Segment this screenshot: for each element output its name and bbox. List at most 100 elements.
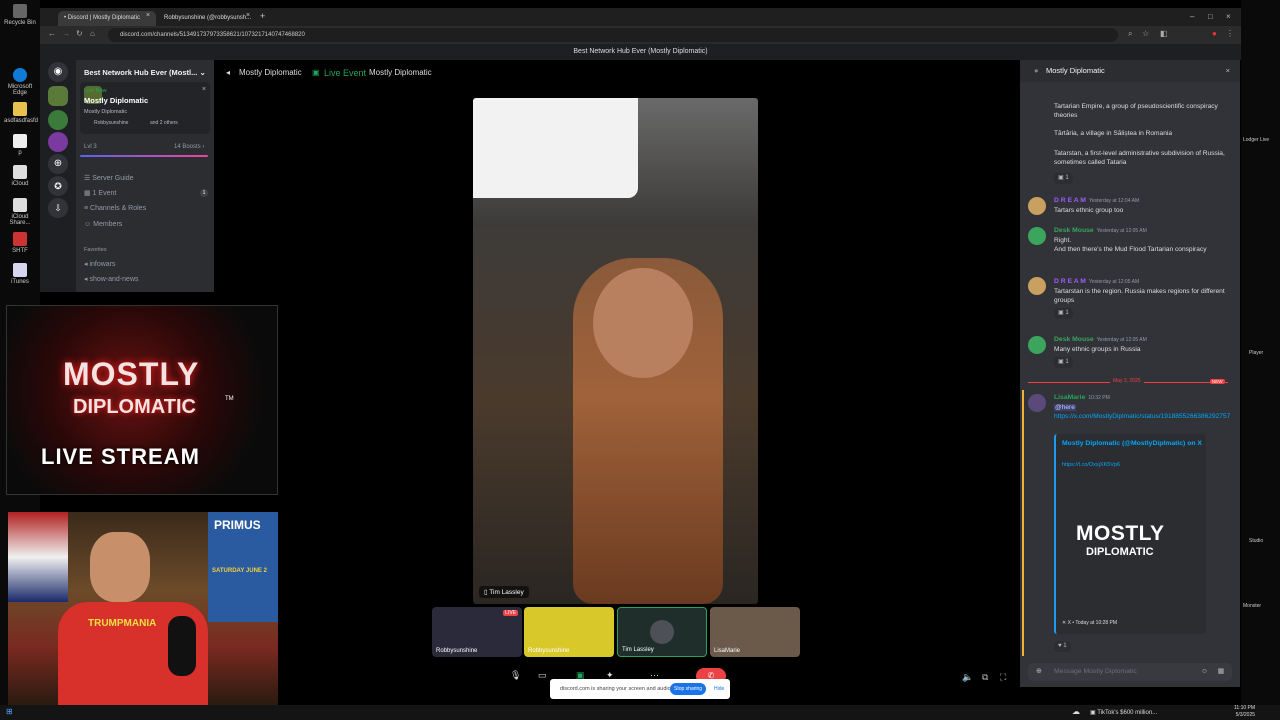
main-video-feed[interactable]: ▯ Tim Lassley [473,98,758,604]
live-event-label[interactable]: Live Event [324,64,366,82]
live-event-icon: ▣ [312,68,320,77]
live-now-card[interactable]: Live Now Mostly Diplomatic Mostly Diplom… [80,82,210,134]
volume-icon[interactable]: 🔈 [962,672,973,683]
forward-icon[interactable]: → [62,29,70,38]
sidebar-item-members[interactable]: ☺ Members [84,221,122,228]
new-tab-button[interactable]: + [260,11,265,21]
itunes-icon[interactable]: iTunes [4,263,36,285]
message-author[interactable]: LisaMarie [1054,394,1085,401]
participant-tile[interactable]: LIVE Robbysunshine [432,607,522,657]
tab-discord[interactable]: • Discord | Mostly Diplomatic [58,11,156,26]
tab-close-icon[interactable]: × [246,12,250,19]
download-icon[interactable]: ⇩ [48,198,68,218]
discover-compass-icon[interactable]: ✪ [48,176,68,196]
share-notice-text: discord.com is sharing your screen and a… [560,686,673,692]
message-text: And then there's the Mud Flood Tartarian… [1054,246,1207,253]
reaction-button[interactable]: ♥ 1 [1054,641,1071,652]
close-window-icon[interactable]: × [1226,12,1231,21]
participant-tile[interactable]: Robbysunshine [524,607,614,657]
bookmark-star-icon[interactable]: ☆ [1142,29,1149,38]
start-icon[interactable]: ⊞ [6,707,13,716]
news-widget[interactable]: ▣ TikTok's $600 million... [1090,709,1157,716]
reload-icon[interactable]: ↻ [76,29,83,38]
message-input[interactable]: ⊕ Message Mostly Diplomatic ☺ ▦ [1028,663,1232,681]
extensions-icon[interactable]: ◧ [1160,29,1168,38]
sidebar-item-label: Members [93,221,123,228]
zoom-icon[interactable]: ⌕ [1128,29,1132,39]
server-level: Lvl 3 [84,144,97,150]
address-bar[interactable]: discord.com/channels/513491737973358621/… [108,28,1118,42]
emoji-icon[interactable]: ☺ [1201,663,1208,681]
maximize-icon[interactable]: □ [1208,12,1213,21]
tab-close-icon[interactable]: × [146,12,150,19]
sidebar-item-channels-roles[interactable]: ≡ Channels & Roles [84,205,146,212]
server-icon[interactable] [48,132,68,152]
message-text: Tartarstan is the region. Russia makes r… [1054,288,1225,304]
stop-sharing-button[interactable]: Stop sharing [670,683,707,695]
clock[interactable]: 11:10 PM 5/3/2025 [1234,705,1255,719]
reaction-button[interactable]: ▣ 1 [1054,173,1073,184]
poster-text: PRIMUS [214,518,261,532]
profile-icon[interactable]: ● [1212,29,1217,38]
reaction-button[interactable]: ▣ 1 [1054,357,1073,368]
reaction-button[interactable]: ▣ 1 [1054,308,1073,319]
server-icon[interactable] [48,86,68,106]
edge-icon[interactable]: Microsoft Edge [4,68,36,96]
add-server-icon[interactable]: ⊕ [48,154,68,174]
sidebar-item-events[interactable]: ▦ 1 Event [84,189,116,197]
minimize-icon[interactable]: – [1190,12,1194,21]
close-icon[interactable]: × [202,86,206,93]
news-text: TikTok's $600 million... [1097,710,1158,716]
add-attachment-icon[interactable]: ⊕ [1036,663,1042,681]
channel-infowars[interactable]: ◂ infowars [84,260,116,268]
discord-home-icon[interactable]: ◉ [48,62,68,82]
microphone-icon[interactable]: 🎙 [510,670,521,681]
weather-icon[interactable]: ☁ [1072,707,1080,716]
close-icon[interactable]: × [1226,60,1230,82]
popout-icon[interactable]: ⧉ [982,672,988,683]
embed-title[interactable]: Mostly Diplomatic (@MostlyDiplmatic) on … [1062,440,1202,447]
participant-tile[interactable]: Tim Lassley [617,607,707,657]
icloud-icon[interactable]: iCloud [4,165,36,187]
avatar[interactable] [1028,227,1046,245]
message-author[interactable]: Desk Mouse [1054,336,1094,343]
icloud-share-icon[interactable]: iCloud Share... [4,198,36,226]
file-icon[interactable]: p [4,134,36,156]
message-author[interactable]: D R E A M [1054,278,1086,285]
sidebar-item-server-guide[interactable]: ☰ Server Guide [84,174,133,182]
message-author[interactable]: D R E A M [1054,197,1086,204]
poster: PRIMUS SATURDAY JUNE 2 [208,512,278,622]
mention[interactable]: @here [1054,404,1076,411]
avatar[interactable] [1028,197,1046,215]
message-link[interactable]: https://x.com/MostlyDiplmatic/status/191… [1054,413,1230,420]
apps-icon[interactable]: ▦ [1218,663,1224,681]
desktop-icon-label: Studio [1249,538,1264,544]
folder-icon[interactable]: asdfasdfasfd [4,102,38,124]
camera-icon[interactable]: ▭ [538,670,547,681]
hide-button[interactable]: Hide [714,679,724,699]
car-window [473,98,638,198]
desktop-icon-label: Recycle Bin [4,20,36,26]
fullscreen-icon[interactable]: ⛶ [1000,672,1006,683]
participant-tile[interactable]: LisaMarie [710,607,800,657]
menu-dots-icon[interactable]: ⋮ [1226,29,1234,38]
server-icon[interactable] [48,110,68,130]
tab-x-profile[interactable]: Robbysunshine (@robbysunsh... [158,11,256,26]
chat-bubble-icon: ● [1034,66,1039,75]
back-icon[interactable]: ← [48,29,56,38]
microphone [168,616,196,676]
channel-label: show-and-news [89,276,139,283]
avatar[interactable] [1028,394,1046,412]
chat-message: Desk Mouse Yesterday at 12:05 AM Many eth… [1054,335,1234,368]
message-text: Tatarstan, a first-level administrative … [1054,150,1225,166]
embed-link[interactable]: https://t.co/OxsjXK5Vp6 [1062,462,1120,468]
message-author[interactable]: Desk Mouse [1054,227,1094,234]
boost-count[interactable]: 14 Boosts › [174,144,204,150]
avatar[interactable] [1028,336,1046,354]
channel-show-and-news[interactable]: ◂ show-and-news [84,275,139,283]
home-icon[interactable]: ⌂ [90,29,95,38]
shtf-icon[interactable]: SHTF [4,232,36,254]
recycle-bin-icon[interactable]: Recycle Bin [4,4,36,26]
avatar[interactable] [1028,277,1046,295]
server-name[interactable]: Best Network Hub Ever (Mostl... ⌄ [84,68,206,77]
